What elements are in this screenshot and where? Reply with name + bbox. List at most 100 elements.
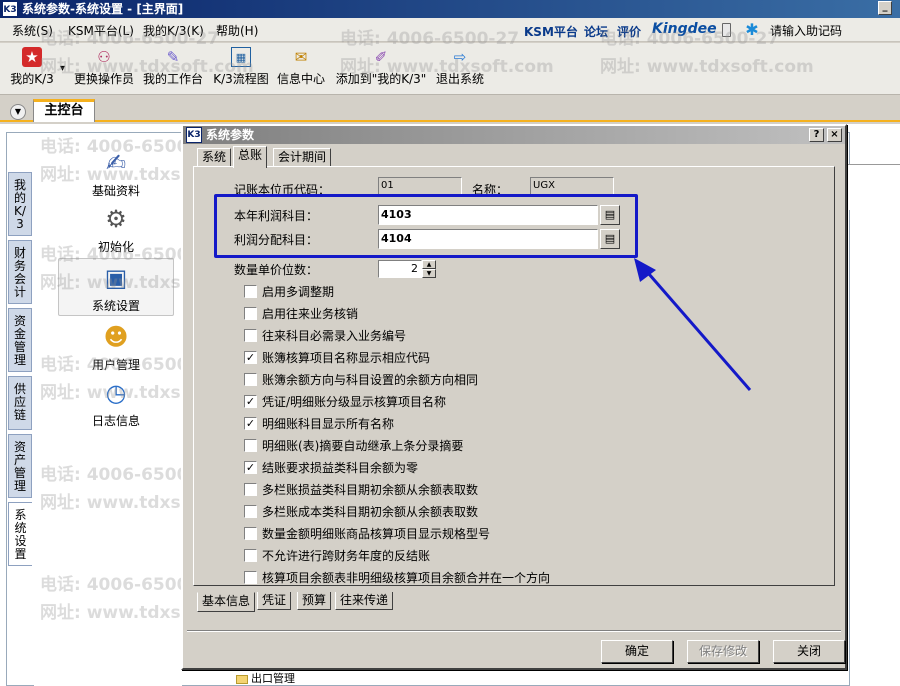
profit-account-input[interactable]: 4103 [378, 205, 598, 225]
button-separator [187, 630, 841, 632]
toolbar-switch-operator-button[interactable]: ⚇ 更换操作员 [72, 47, 136, 87]
option-row[interactable]: 启用多调整期 [244, 283, 334, 299]
tab-transfer[interactable]: 往来传递 [335, 592, 394, 610]
option-checkbox[interactable] [244, 285, 257, 298]
option-checkbox[interactable] [244, 439, 257, 452]
distribution-account-input[interactable]: 4104 [378, 229, 598, 249]
my-k3-dropdown-arrow[interactable]: ▾ [60, 63, 65, 74]
menu-ksm[interactable]: KSM平台(L) [68, 22, 134, 39]
vtab-label: 资金管理 [14, 314, 27, 367]
tab-budget[interactable]: 预算 [297, 592, 332, 610]
option-row[interactable]: 账簿余额方向与科目设置的余额方向相同 [244, 371, 478, 387]
option-label: 明细账(表)摘要自动继承上条分录摘要 [262, 439, 464, 453]
option-checkbox[interactable] [244, 505, 257, 518]
link-ksm-platform[interactable]: KSM平台 [524, 23, 578, 40]
option-row[interactable]: ✓ 结账要求损益类科目余额为零 [244, 459, 418, 475]
dialog-close-button[interactable]: × [827, 128, 842, 142]
option-label: 结账要求损益类科目余额为零 [262, 461, 419, 475]
vtab-fund-management[interactable]: 资金管理 [8, 308, 32, 372]
link-forum[interactable]: 论坛 [584, 23, 608, 40]
vtab-label: 系统设置 [14, 508, 27, 561]
help-button[interactable]: ? [809, 128, 824, 142]
option-checkbox[interactable] [244, 307, 257, 320]
option-row[interactable]: 多栏账成本类科目期初余额从余额表取数 [244, 503, 478, 519]
option-label: 账簿余额方向与科目设置的余额方向相同 [262, 373, 479, 387]
menu-my-k3[interactable]: 我的K/3(K) [143, 22, 204, 39]
exit-icon: ⇨ [453, 48, 467, 66]
toolbar-workbench-button[interactable]: ✎ 我的工作台 [142, 47, 204, 87]
toolbar-my-k3-button[interactable]: ★ 我的K/3 [8, 47, 56, 87]
option-checkbox[interactable]: ✓ [244, 461, 257, 474]
tab-basic-info[interactable]: 基本信息 [197, 592, 256, 612]
option-row[interactable]: 数量金额明细账商品核算项目显示规格型号 [244, 525, 490, 541]
browse-icon[interactable]: ▤ [600, 229, 620, 249]
nav-basic-data[interactable]: ✍ 基础资料 [58, 146, 174, 199]
option-row[interactable]: 不允许进行跨财务年度的反结账 [244, 547, 430, 563]
currency-name-field: UGX [530, 177, 614, 195]
add-favorite-icon: ✐ [374, 48, 388, 66]
quantity-decimals-input[interactable]: 2 [378, 260, 422, 278]
toolbar-message-center-button[interactable]: ✉ 信息中心 [276, 47, 326, 87]
vtab-my-k3[interactable]: 我的K/3 [8, 172, 32, 236]
option-checkbox[interactable]: ✓ [244, 395, 257, 408]
option-checkbox[interactable]: ✓ [244, 351, 257, 364]
mnemonic-search-label[interactable]: 请输入助记码 [770, 22, 842, 39]
nav-system-settings[interactable]: ▣ 系统设置 [58, 258, 174, 316]
menu-help[interactable]: 帮助(H) [216, 22, 258, 39]
option-row[interactable]: ✓ 明细账科目显示所有名称 [244, 415, 394, 431]
nav-log-info[interactable]: ◷ 日志信息 [58, 376, 174, 429]
main-tab-strip: ▼ 主控台 [0, 96, 900, 122]
tab-accounting-period[interactable]: 会计期间 [273, 148, 332, 167]
gear-icon: ⚙ [105, 205, 127, 233]
option-label: 启用多调整期 [262, 285, 335, 299]
main-toolbar: ★ 我的K/3 ▾ ⚇ 更换操作员 ✎ 我的工作台 ▦ K/3流程图 ✉ 信息中… [0, 43, 900, 95]
tab-main-console[interactable]: 主控台 [33, 99, 95, 122]
option-row[interactable]: ✓ 账簿核算项目名称显示相应代码 [244, 349, 430, 365]
tab-menu-dropdown-icon[interactable]: ▼ [10, 104, 26, 120]
toolbar-add-favorite-button[interactable]: ✐ 添加到"我的K/3" [332, 47, 430, 87]
option-checkbox[interactable] [244, 329, 257, 342]
save-changes-button[interactable]: 保存修改 [687, 640, 759, 663]
option-row[interactable]: 多栏账损益类科目期初余额从余额表取数 [244, 481, 478, 497]
browse-icon[interactable]: ▤ [600, 205, 620, 225]
link-review[interactable]: 评价 [617, 23, 641, 40]
user-icon: ☻ [103, 323, 129, 351]
vtab-asset-management[interactable]: 资产管理 [8, 434, 32, 498]
dialog-title-bar: K3 系统参数 ? × [183, 126, 845, 144]
tab-system[interactable]: 系统 [197, 148, 232, 167]
currency-code-label: 记账本位币代码： [234, 183, 331, 197]
minimize-button[interactable]: _ [878, 1, 892, 15]
option-row[interactable]: 核算项目余额表非明细级核算项目余额合并在一个方向 [244, 569, 550, 585]
general-ledger-page: 记账本位币代码： 01 名称： UGX 本年利润科目： 4103 ▤ 利润分配科… [193, 166, 835, 586]
option-label: 核算项目余额表非明细级核算项目余额合并在一个方向 [262, 571, 551, 585]
nav-user-management[interactable]: ☻ 用户管理 [58, 320, 174, 373]
spin-up-icon[interactable]: ▲ [422, 260, 436, 269]
tab-general-ledger[interactable]: 总账 [233, 146, 268, 168]
toolbar-label: 添加到"我的K/3" [335, 72, 427, 86]
option-checkbox[interactable] [244, 483, 257, 496]
vtab-system-settings[interactable]: 系统设置 [8, 502, 32, 566]
option-checkbox[interactable]: ✓ [244, 417, 257, 430]
option-row[interactable]: 启用往来业务核销 [244, 305, 358, 321]
spin-down-icon[interactable]: ▼ [422, 269, 436, 278]
vtab-label: 供应链 [14, 382, 27, 422]
option-checkbox[interactable] [244, 571, 257, 584]
menu-system[interactable]: 系统(S) [12, 22, 53, 39]
folder-icon [236, 674, 248, 684]
option-row[interactable]: 明细账(表)摘要自动继承上条分录摘要 [244, 437, 463, 453]
vtab-financial-accounting[interactable]: 财务会计 [8, 240, 32, 304]
nav-initialization[interactable]: ⚙ 初始化 [58, 202, 174, 255]
option-row[interactable]: 往来科目必需录入业务编号 [244, 327, 406, 343]
option-checkbox[interactable] [244, 527, 257, 540]
toolbar-flowchart-button[interactable]: ▦ K/3流程图 [210, 47, 272, 87]
option-checkbox[interactable] [244, 373, 257, 386]
toolbar-exit-button[interactable]: ⇨ 退出系统 [434, 47, 486, 87]
tab-voucher[interactable]: 凭证 [257, 592, 292, 610]
nav-label: 基础资料 [91, 184, 140, 198]
vtab-supply-chain[interactable]: 供应链 [8, 376, 32, 430]
option-row[interactable]: ✓ 凭证/明细账分级显示核算项目名称 [244, 393, 446, 409]
option-checkbox[interactable] [244, 549, 257, 562]
tree-folder-export[interactable]: 出口管理 [236, 670, 295, 686]
ok-button[interactable]: 确定 [601, 640, 673, 663]
close-button[interactable]: 关闭 [773, 640, 845, 663]
